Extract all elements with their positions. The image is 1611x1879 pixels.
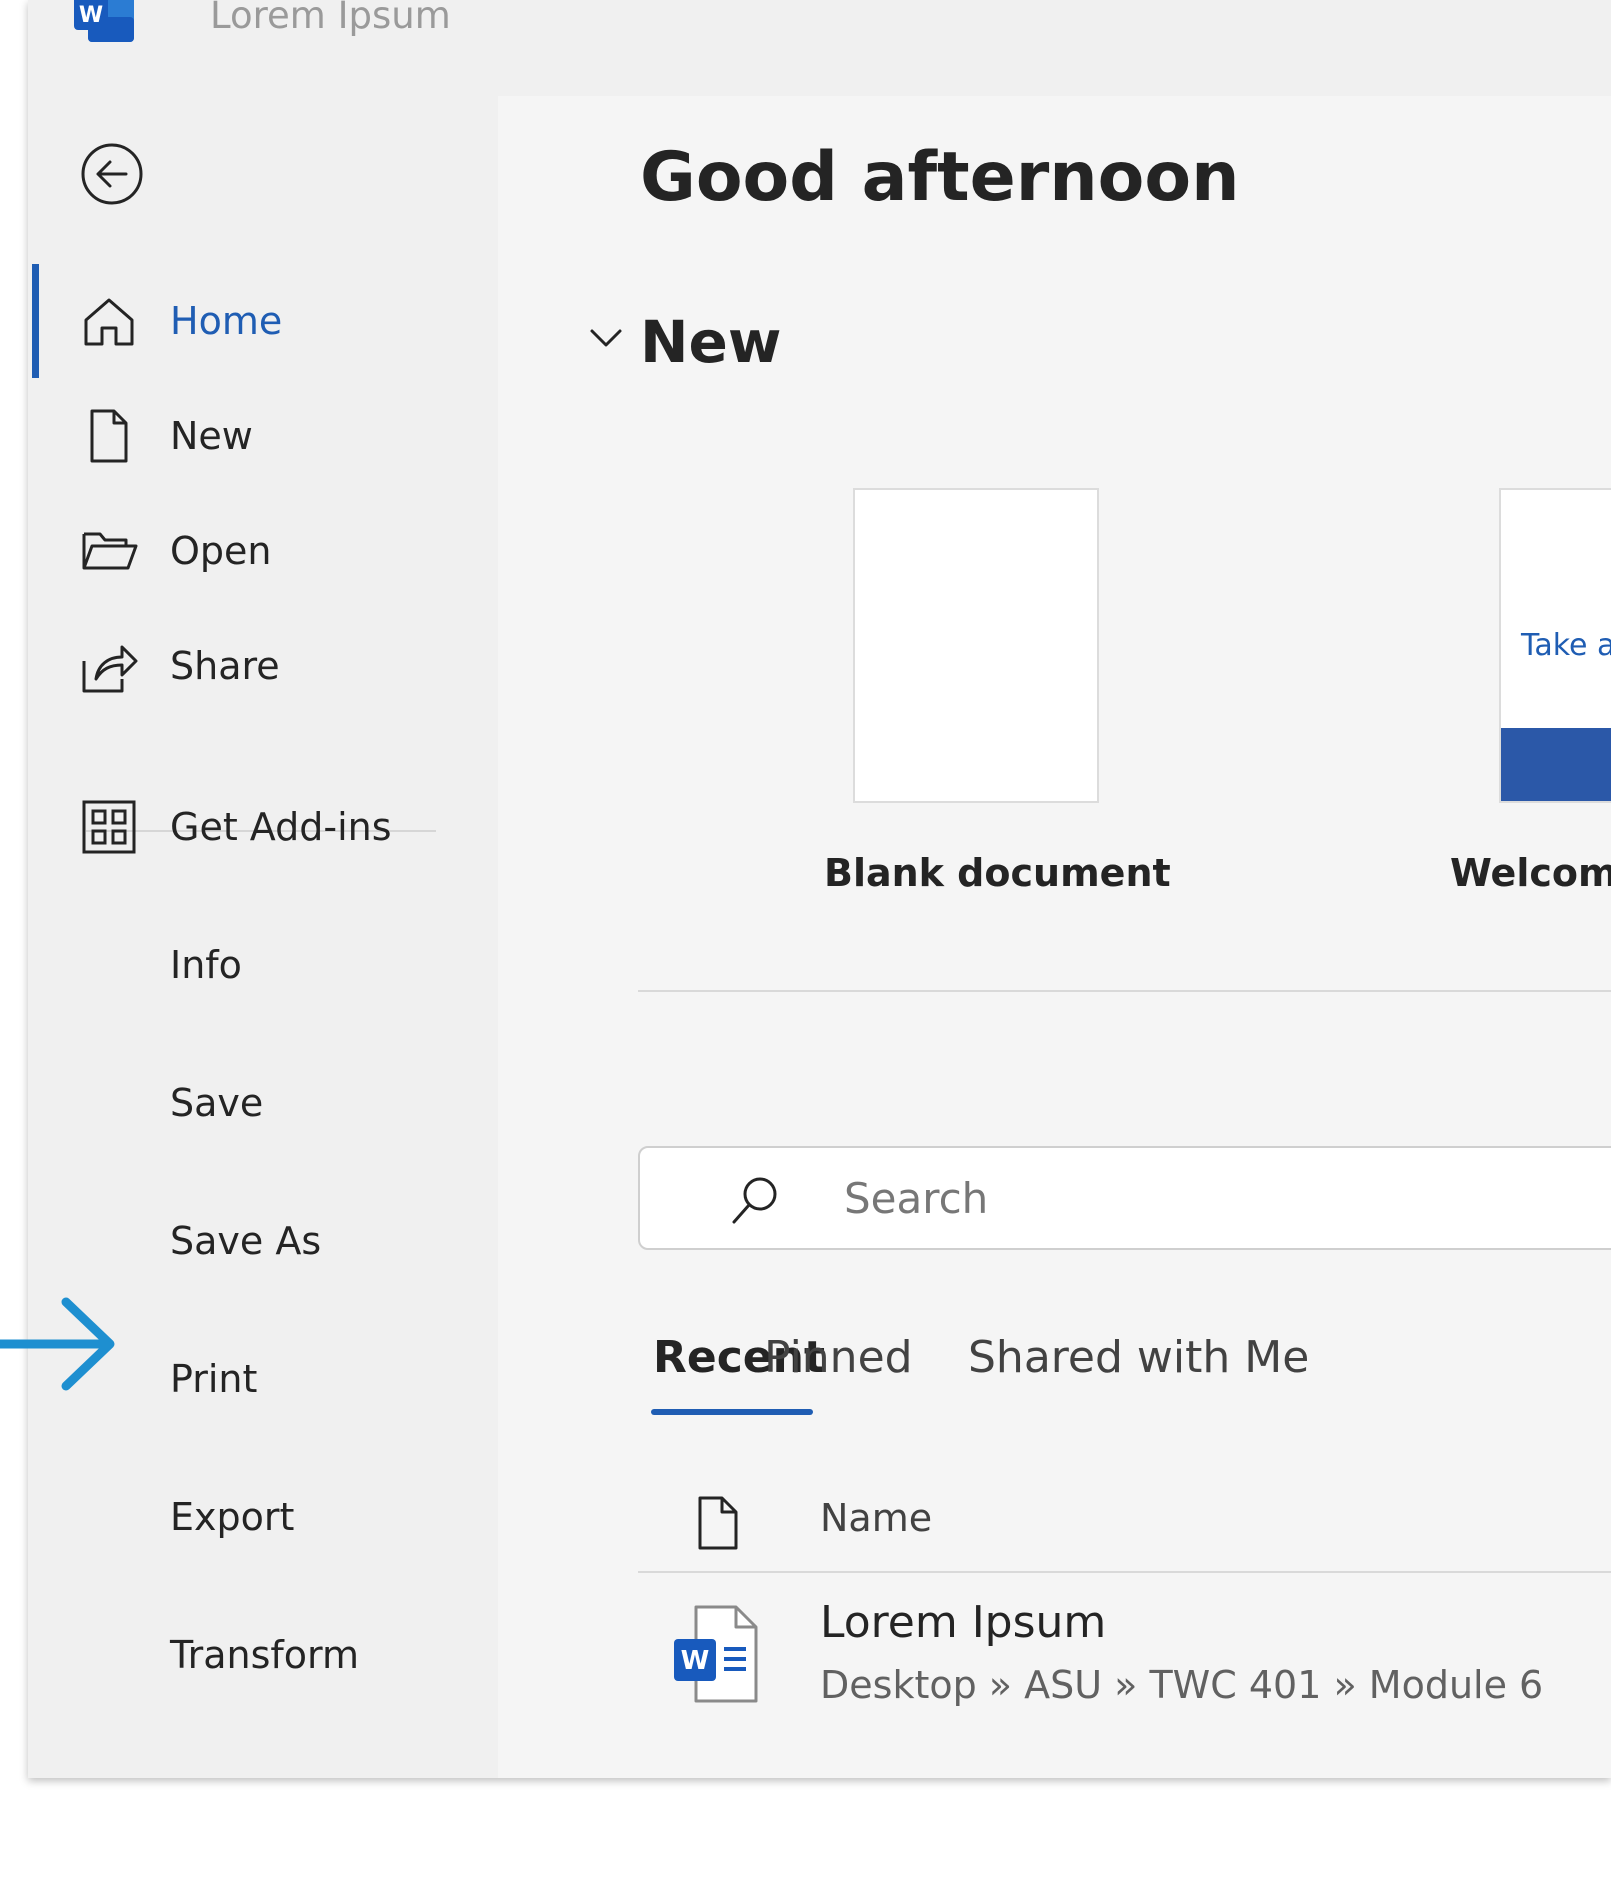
- sidebar-item-label: Export: [170, 1495, 295, 1539]
- sidebar-item-save[interactable]: Save: [28, 1048, 498, 1158]
- file-list-header: Name: [638, 1486, 1611, 1566]
- search-icon: [732, 1177, 777, 1224]
- sidebar-item-save-as[interactable]: Save As: [28, 1186, 498, 1296]
- search-input[interactable]: [844, 1148, 1604, 1248]
- chevron-down-icon[interactable]: [584, 321, 628, 357]
- word-backstage-window: W Lorem Ipsum Home New Open Share Get Ad…: [28, 0, 1611, 1778]
- recent-file-row[interactable]: W Lorem Ipsum Desktop » ASU » TWC 401 » …: [638, 1581, 1611, 1731]
- sidebar-item-new[interactable]: New: [28, 381, 498, 491]
- sidebar-item-label: Print: [170, 1357, 258, 1401]
- welcome-template-thumbnail[interactable]: Take a to: [1499, 488, 1611, 803]
- sidebar-item-share[interactable]: Share: [28, 611, 498, 721]
- sidebar-item-transform[interactable]: Transform: [28, 1600, 498, 1710]
- sidebar-item-label: Get Add-ins: [170, 805, 392, 849]
- sidebar-item-info[interactable]: Info: [28, 910, 498, 1020]
- list-divider: [638, 1571, 1611, 1573]
- blank-document-thumbnail[interactable]: [853, 488, 1099, 803]
- svg-text:W: W: [79, 3, 103, 28]
- sidebar-item-label: Save: [170, 1081, 264, 1125]
- svg-text:W: W: [681, 1646, 710, 1676]
- word-app-icon: W: [74, 0, 134, 42]
- document-title: Lorem Ipsum: [210, 0, 451, 37]
- new-document-icon: [90, 409, 128, 463]
- home-icon: [84, 298, 134, 346]
- sidebar-item-label: Transform: [170, 1633, 360, 1677]
- callout-arrow-icon: [0, 1297, 115, 1391]
- sidebar-item-open[interactable]: Open: [28, 496, 498, 606]
- word-document-icon: W: [674, 1605, 758, 1703]
- tab-pinned[interactable]: Pinned: [764, 1332, 913, 1412]
- back-arrow-icon[interactable]: [74, 136, 150, 212]
- sidebar-item-label: New: [170, 414, 253, 458]
- sidebar-item-get-add-ins[interactable]: Get Add-ins: [28, 772, 498, 882]
- template-thumbnail-band: [1501, 728, 1611, 801]
- sidebar-item-label: Share: [170, 644, 280, 688]
- sidebar-item-label: Save As: [170, 1219, 322, 1263]
- new-section-title: New: [640, 308, 782, 376]
- title-bar: W Lorem Ipsum: [28, 0, 1611, 96]
- sidebar-item-label: Home: [170, 299, 283, 343]
- template-caption: Blank document: [824, 851, 1171, 895]
- page-title: Good afternoon: [640, 138, 1240, 217]
- file-type-icon: [698, 1496, 738, 1550]
- sidebar-item-export[interactable]: Export: [28, 1462, 498, 1572]
- backstage-sidebar: Home New Open Share Get Add-ins Info Sav…: [28, 96, 498, 1778]
- template-thumbnail-text: Take a to: [1521, 628, 1611, 663]
- add-ins-grid-icon: [82, 800, 136, 854]
- backstage-main: Good afternoon New Blank document Take a…: [498, 96, 1611, 1778]
- search-box[interactable]: [638, 1146, 1611, 1250]
- sidebar-item-label: Open: [170, 529, 272, 573]
- open-folder-icon: [82, 532, 138, 570]
- tab-shared-with-me[interactable]: Shared with Me: [968, 1332, 1309, 1412]
- share-icon: [82, 645, 138, 693]
- file-name: Lorem Ipsum: [820, 1597, 1107, 1648]
- file-path: Desktop » ASU » TWC 401 » Module 6: [820, 1663, 1544, 1707]
- template-caption: Welcome t: [1450, 851, 1611, 895]
- sidebar-item-label: Info: [170, 943, 242, 987]
- sidebar-item-home[interactable]: Home: [28, 266, 498, 376]
- name-column-header[interactable]: Name: [820, 1496, 932, 1540]
- section-divider: [638, 990, 1611, 992]
